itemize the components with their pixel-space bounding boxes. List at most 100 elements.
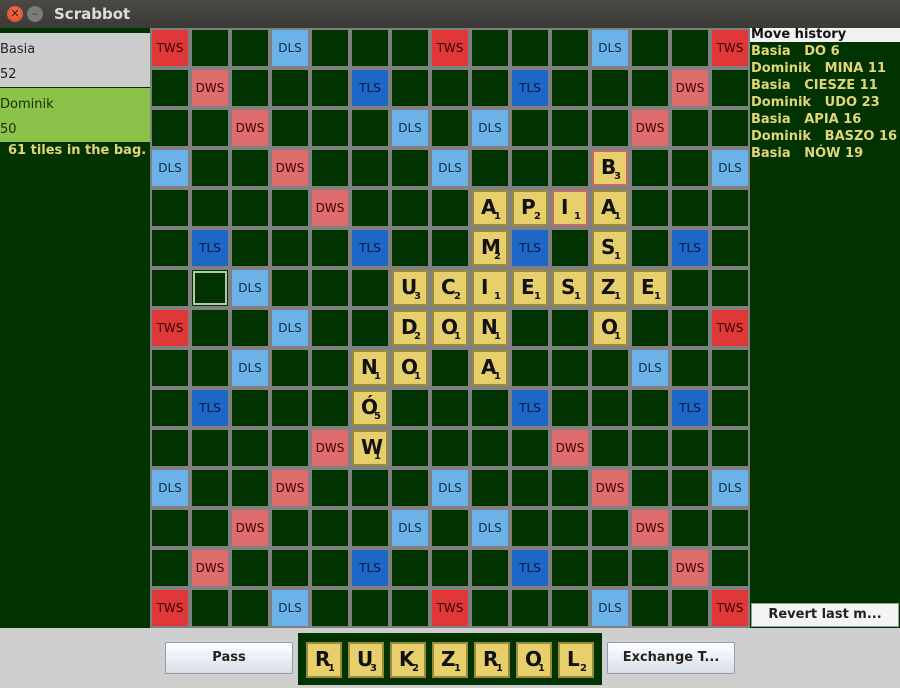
board-cell[interactable] (512, 350, 548, 386)
board-cell[interactable] (672, 510, 708, 546)
board-tile[interactable]: O1 (592, 310, 628, 346)
board-cell[interactable] (552, 70, 588, 106)
board-tile[interactable]: C2 (432, 270, 468, 306)
board-cell[interactable] (232, 150, 268, 186)
board-cell[interactable] (472, 430, 508, 466)
board-tile[interactable]: N1 (472, 310, 508, 346)
board-cell[interactable] (192, 30, 228, 66)
board-tile[interactable]: Ó5 (352, 390, 388, 426)
board-cell-tls[interactable]: TLS (672, 390, 708, 426)
board-cell[interactable] (312, 310, 348, 346)
board-cell-tls[interactable]: TLS (512, 550, 548, 586)
board-cell[interactable] (272, 510, 308, 546)
board-cell-dws[interactable]: DWS (552, 430, 588, 466)
board-cell-dls[interactable]: DLS (152, 470, 188, 506)
board-cell[interactable] (432, 390, 468, 426)
board-cell[interactable] (352, 30, 388, 66)
board-cell-tws[interactable]: TWS (712, 590, 748, 626)
board-cell-dls[interactable]: DLS (432, 150, 468, 186)
board-cursor-cell[interactable] (192, 270, 228, 306)
board-cell-dls[interactable]: DLS (592, 590, 628, 626)
board-cell-dls[interactable]: DLS (592, 30, 628, 66)
board-cell[interactable] (152, 550, 188, 586)
board-cell[interactable] (272, 110, 308, 146)
board-cell[interactable] (712, 70, 748, 106)
board-cell-dls[interactable]: DLS (392, 110, 428, 146)
board-cell[interactable] (152, 190, 188, 226)
board-cell[interactable] (392, 230, 428, 266)
board-cell[interactable] (352, 150, 388, 186)
board-cell[interactable] (552, 230, 588, 266)
board-cell[interactable] (192, 590, 228, 626)
board-cell-dls[interactable]: DLS (272, 590, 308, 626)
board-cell[interactable] (432, 350, 468, 386)
board-cell[interactable] (672, 470, 708, 506)
board-cell[interactable] (272, 390, 308, 426)
board-cell[interactable] (512, 510, 548, 546)
board-cell[interactable] (712, 550, 748, 586)
board-cell[interactable] (152, 230, 188, 266)
board-cell-dls[interactable]: DLS (472, 110, 508, 146)
board-cell[interactable] (712, 510, 748, 546)
board-cell[interactable] (392, 30, 428, 66)
board-cell[interactable] (232, 230, 268, 266)
board-cell[interactable] (552, 470, 588, 506)
board-cell[interactable] (552, 390, 588, 426)
board-cell-dls[interactable]: DLS (272, 30, 308, 66)
board-cell-tws[interactable]: TWS (712, 310, 748, 346)
board-cell[interactable] (632, 390, 668, 426)
board-cell[interactable] (512, 150, 548, 186)
board-tile[interactable]: I1 (552, 190, 588, 226)
board-cell[interactable] (312, 230, 348, 266)
pass-button[interactable]: Pass (165, 642, 293, 674)
board-cell-dls[interactable]: DLS (712, 470, 748, 506)
board-cell[interactable] (352, 590, 388, 626)
exchange-tiles-button[interactable]: Exchange T... (607, 642, 735, 674)
revert-last-move-button[interactable]: Revert last m... (751, 603, 899, 627)
board-cell[interactable] (312, 510, 348, 546)
board-cell-dws[interactable]: DWS (232, 110, 268, 146)
board-cell[interactable] (192, 350, 228, 386)
board-cell[interactable] (512, 310, 548, 346)
board-cell[interactable] (232, 430, 268, 466)
board-cell[interactable] (672, 430, 708, 466)
board-cell[interactable] (232, 310, 268, 346)
board-tile[interactable]: B3 (592, 150, 628, 186)
rack-tile[interactable]: L2 (558, 642, 594, 678)
board-cell[interactable] (712, 270, 748, 306)
board-cell[interactable] (592, 550, 628, 586)
board-cell[interactable] (312, 270, 348, 306)
board-cell[interactable] (672, 110, 708, 146)
board-cell[interactable] (712, 430, 748, 466)
board-cell[interactable] (432, 230, 468, 266)
board-tile[interactable]: A1 (472, 190, 508, 226)
board-cell[interactable] (352, 510, 388, 546)
board-cell[interactable] (232, 550, 268, 586)
board-cell[interactable] (312, 30, 348, 66)
board-cell-tls[interactable]: TLS (352, 550, 388, 586)
board-tile[interactable]: S1 (552, 270, 588, 306)
board-tile[interactable]: O1 (432, 310, 468, 346)
board-cell[interactable] (472, 470, 508, 506)
board-cell-tls[interactable]: TLS (192, 390, 228, 426)
board-cell[interactable] (472, 150, 508, 186)
board-cell[interactable] (272, 270, 308, 306)
board-cell[interactable] (352, 110, 388, 146)
minimize-icon[interactable]: – (27, 6, 43, 22)
board-cell-tws[interactable]: TWS (152, 30, 188, 66)
board-cell[interactable] (432, 430, 468, 466)
board-cell[interactable] (192, 110, 228, 146)
board-cell-tls[interactable]: TLS (352, 70, 388, 106)
board-cell-tws[interactable]: TWS (432, 30, 468, 66)
board-cell[interactable] (152, 390, 188, 426)
board-cell[interactable] (592, 510, 628, 546)
board-cell[interactable] (192, 430, 228, 466)
board-cell[interactable] (632, 470, 668, 506)
board-cell[interactable] (232, 390, 268, 426)
board-cell-dws[interactable]: DWS (192, 550, 228, 586)
board-cell[interactable] (232, 470, 268, 506)
board-cell[interactable] (152, 510, 188, 546)
board-tile[interactable]: M2 (472, 230, 508, 266)
board-cell[interactable] (712, 390, 748, 426)
rack-tile[interactable]: O1 (516, 642, 552, 678)
